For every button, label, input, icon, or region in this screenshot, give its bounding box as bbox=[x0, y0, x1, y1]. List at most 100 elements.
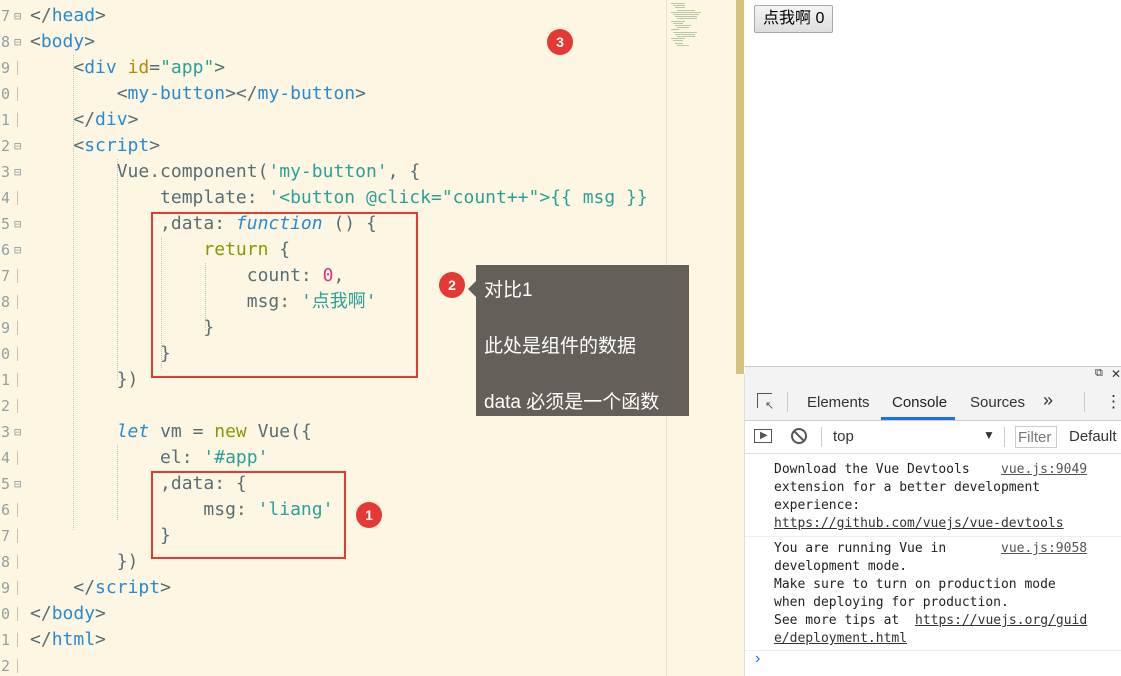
close-icon[interactable]: ✕ bbox=[1111, 367, 1121, 381]
line-number: 1 bbox=[0, 111, 10, 129]
code-line[interactable]: 4 │ template: '<button @click="count++">{… bbox=[0, 185, 666, 211]
code-token: 'my-button' bbox=[268, 161, 388, 182]
fold-toggle-icon[interactable]: ⊟ bbox=[14, 159, 21, 185]
code-line[interactable]: 2 │ bbox=[0, 653, 666, 676]
code-line[interactable]: 0 │ <my-button></my-button> bbox=[0, 81, 666, 107]
log-level-select[interactable]: Default bbox=[1069, 428, 1117, 445]
line-number: 3 bbox=[0, 423, 10, 441]
code-token: script bbox=[95, 577, 161, 598]
pane-splitter-lower bbox=[736, 374, 745, 676]
pane-splitter[interactable] bbox=[736, 0, 744, 374]
code-token: > bbox=[95, 5, 106, 26]
minimap-line bbox=[675, 33, 695, 35]
undock-icon[interactable]: ⧉ bbox=[1095, 367, 1103, 380]
code-token: my-button bbox=[127, 83, 226, 104]
code-token: id bbox=[127, 57, 150, 78]
code-text: } bbox=[30, 523, 171, 549]
code-text: </html> bbox=[30, 627, 106, 653]
fold-toggle-icon[interactable]: ⊟ bbox=[14, 471, 21, 497]
minimap-line bbox=[675, 42, 683, 44]
fold-toggle-icon[interactable]: ⊟ bbox=[14, 29, 21, 55]
code-token: > bbox=[214, 57, 226, 78]
line-number: 9 bbox=[0, 579, 10, 597]
console-message-2-source[interactable]: vue.js:9058 bbox=[1001, 540, 1087, 558]
code-token: '#app' bbox=[203, 447, 269, 468]
code-token: div bbox=[95, 109, 128, 130]
chevron-down-icon[interactable]: ▼ bbox=[983, 428, 995, 442]
code-line[interactable]: 1 │ </div> bbox=[0, 107, 666, 133]
fold-gutter: │ bbox=[14, 295, 22, 309]
tab-divider bbox=[787, 392, 788, 412]
code-line[interactable]: 0 │ </body> bbox=[0, 601, 666, 627]
fold-gutter: │ bbox=[14, 451, 22, 465]
fold-gutter: │ bbox=[14, 113, 22, 127]
line-number: 1 bbox=[0, 371, 10, 389]
fold-toggle-icon[interactable]: ⊟ bbox=[14, 133, 21, 159]
console-prompt[interactable]: › bbox=[755, 650, 760, 668]
code-token: Vue.component( bbox=[30, 161, 269, 182]
code-token: } bbox=[30, 343, 171, 364]
annotation-badge-2: 2 bbox=[439, 272, 465, 298]
minimap-line bbox=[677, 18, 697, 20]
code-text: template: '<button @click="count++">{{ m… bbox=[30, 185, 648, 211]
tab-elements[interactable]: Elements bbox=[807, 394, 870, 411]
code-line[interactable]: 7 ⊟ </head> bbox=[0, 3, 666, 29]
tooltip-line-3: data 必须是一个函数 bbox=[484, 392, 660, 413]
devtools-title-bar: ⧉ ✕ bbox=[745, 366, 1121, 385]
line-number: 7 bbox=[0, 267, 10, 285]
line-number: 5 bbox=[0, 215, 10, 233]
code-token: </ bbox=[73, 577, 96, 598]
line-number: 3 bbox=[0, 163, 10, 181]
code-token: > bbox=[84, 31, 96, 52]
filter-input[interactable]: Filter bbox=[1015, 426, 1057, 448]
fold-toggle-icon[interactable]: ⊟ bbox=[14, 419, 21, 445]
code-token: > bbox=[149, 135, 161, 156]
code-token: "app" bbox=[160, 57, 215, 78]
fold-toggle-icon[interactable]: ⊟ bbox=[14, 237, 21, 263]
fold-gutter: │ bbox=[14, 607, 22, 621]
code-text: <my-button></my-button> bbox=[30, 81, 366, 107]
console-message-2-link[interactable]: https://vuejs.org/guid bbox=[915, 612, 1087, 630]
code-line[interactable]: 3 ⊟ Vue.component('my-button', { bbox=[0, 159, 666, 185]
code-line[interactable]: 9 │ </script> bbox=[0, 575, 666, 601]
console-message-1-source[interactable]: vue.js:9049 bbox=[1001, 461, 1087, 479]
code-line[interactable]: 2 ⊟ <script> bbox=[0, 133, 666, 159]
minimap-line bbox=[677, 36, 695, 37]
console-message-1-link[interactable]: https://github.com/vuejs/vue-devtools bbox=[774, 515, 1064, 533]
line-number: 4 bbox=[0, 449, 10, 467]
highlight-box-component-data bbox=[151, 212, 418, 378]
code-token: </ bbox=[73, 109, 96, 130]
fold-toggle-icon[interactable]: ⊟ bbox=[14, 3, 21, 29]
more-tabs-icon[interactable]: » bbox=[1043, 390, 1053, 411]
fold-gutter: │ bbox=[14, 87, 22, 101]
devtools-panel: ⧉ ✕ ↖ Elements Console Sources » ⋮ ▶ top… bbox=[745, 366, 1121, 676]
code-line[interactable]: 9 │ <div id="app"> bbox=[0, 55, 666, 81]
context-selector[interactable]: top bbox=[833, 428, 854, 445]
fold-toggle-icon[interactable]: ⊟ bbox=[14, 211, 21, 237]
code-line[interactable]: 1 │ </html> bbox=[0, 627, 666, 653]
code-line[interactable]: 4 │ el: '#app' bbox=[0, 445, 666, 471]
tab-sources[interactable]: Sources bbox=[970, 394, 1025, 411]
fold-gutter: │ bbox=[14, 61, 22, 75]
code-token: vm = bbox=[160, 421, 215, 442]
console-message-2-link-cont[interactable]: e/deployment.html bbox=[774, 630, 907, 648]
line-number: 2 bbox=[0, 397, 10, 415]
toolbar-divider bbox=[821, 427, 822, 447]
indent-guide bbox=[73, 55, 74, 530]
minimap-line bbox=[673, 31, 697, 33]
code-token: } bbox=[30, 525, 171, 546]
code-token: my-button bbox=[257, 83, 356, 104]
code-token: </ bbox=[30, 603, 52, 624]
code-token: = bbox=[149, 57, 161, 78]
tab-console[interactable]: Console bbox=[892, 394, 947, 411]
code-line[interactable]: 3 ⊟ let vm = new Vue({ bbox=[0, 419, 666, 445]
code-token: < bbox=[73, 135, 85, 156]
fold-gutter: │ bbox=[14, 347, 22, 361]
line-number: 0 bbox=[0, 85, 10, 103]
code-text: </head> bbox=[30, 3, 106, 29]
devtools-menu-icon[interactable]: ⋮ bbox=[1105, 392, 1121, 412]
counter-button[interactable]: 点我啊 0 bbox=[754, 5, 834, 33]
annotation-badge-3: 3 bbox=[547, 29, 573, 55]
console-message-1: Download the Vue Devtools extension for … bbox=[745, 458, 1121, 537]
